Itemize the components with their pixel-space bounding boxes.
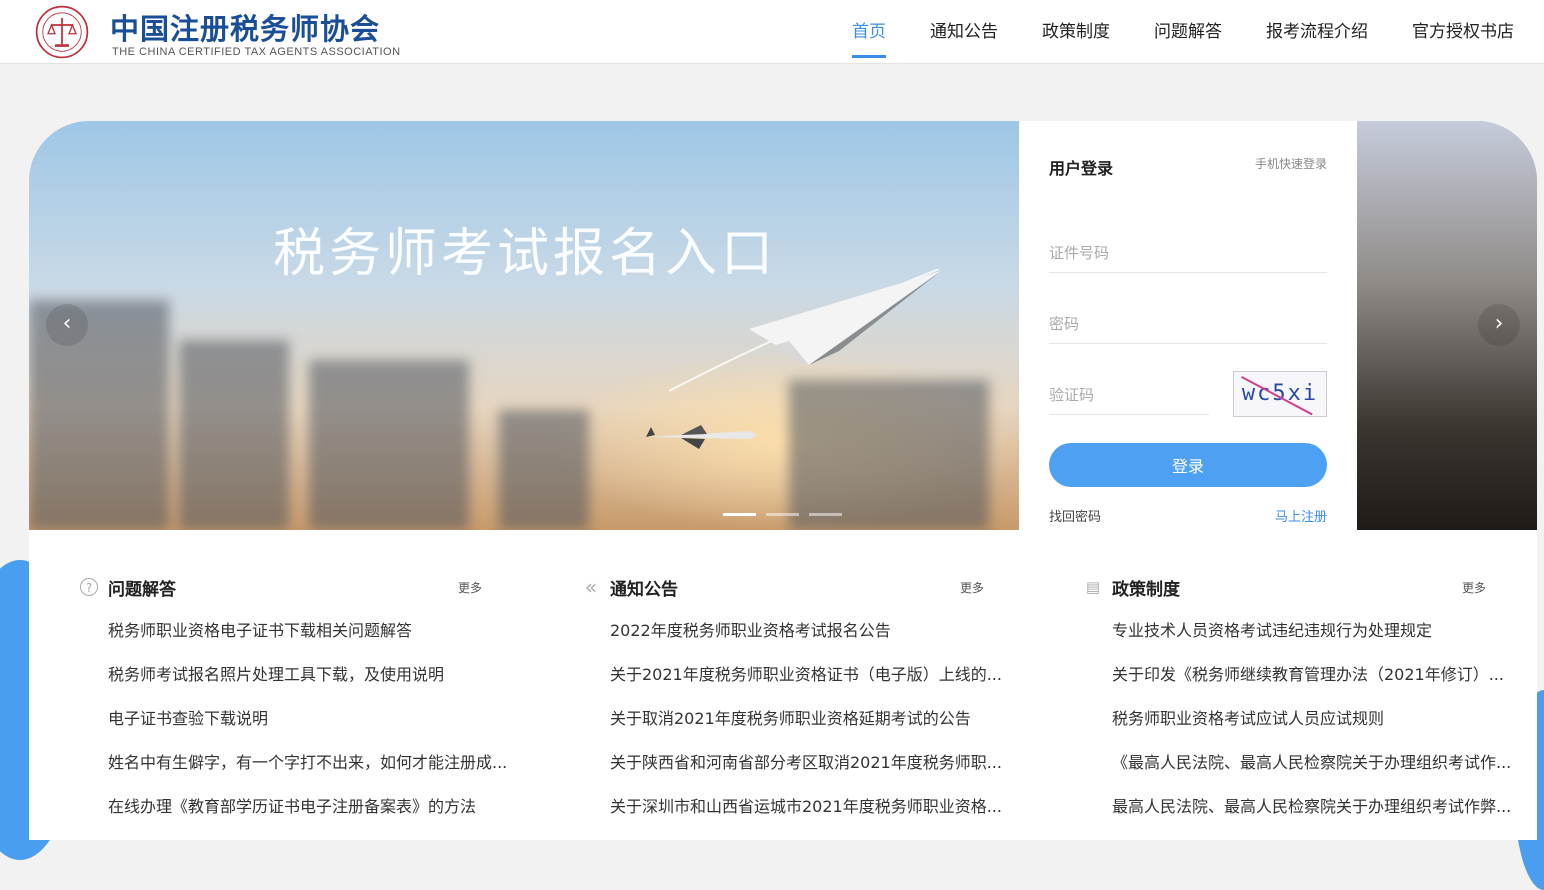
- association-seal-logo[interactable]: [30, 4, 94, 60]
- nav-exam-process[interactable]: 报考流程介绍: [1244, 0, 1390, 64]
- login-button[interactable]: 登录: [1049, 443, 1327, 487]
- banner-dot-2[interactable]: [766, 513, 799, 516]
- nav-notices[interactable]: 通知公告: [908, 0, 1020, 64]
- banner-dot-3[interactable]: [809, 513, 842, 516]
- site-header: 中国注册税务师协会 THE CHINA CERTIFIED TAX AGENTS…: [0, 0, 1544, 64]
- banner-next-button[interactable]: ›: [1478, 304, 1520, 346]
- column-title: 政策制度: [1112, 580, 1180, 600]
- banner-dot-1[interactable]: [723, 513, 756, 516]
- login-panel: 用户登录 手机快速登录 wc5xi 登录 找回密码 马上注册: [1019, 121, 1357, 530]
- faq-column: ? 问题解答 更多 税务师职业资格电子证书下载相关问题解答 税务师考试报名照片处…: [80, 575, 510, 837]
- policies-list: 专业技术人员资格考试违纪违规行为处理规定 关于印发《税务师继续教育管理办法（20…: [1084, 617, 1514, 837]
- faq-list: 税务师职业资格电子证书下载相关问题解答 税务师考试报名照片处理工具下载，及使用说…: [80, 617, 510, 837]
- list-item[interactable]: 税务师考试报名照片处理工具下载，及使用说明: [108, 661, 508, 705]
- list-item[interactable]: 2022年度税务师职业资格考试报名公告: [610, 617, 1010, 661]
- notices-column: « 通知公告 更多 2022年度税务师职业资格考试报名公告 关于2021年度税务…: [582, 575, 1012, 837]
- double-chevron-left-icon: «: [584, 575, 598, 599]
- id-number-input[interactable]: [1049, 233, 1327, 273]
- list-item[interactable]: 姓名中有生僻字，有一个字打不出来，如何才能注册成...: [108, 749, 508, 793]
- forgot-password-link[interactable]: 找回密码: [1049, 506, 1101, 525]
- banner-pagination: [723, 513, 842, 516]
- chevron-left-icon: ‹: [62, 311, 72, 336]
- nav-policies[interactable]: 政策制度: [1020, 0, 1132, 64]
- quick-login-link[interactable]: 手机快速登录: [1255, 155, 1327, 172]
- more-link[interactable]: 更多: [960, 579, 984, 596]
- list-item[interactable]: 关于取消2021年度税务师职业资格延期考试的公告: [610, 705, 1010, 749]
- document-icon: ▤: [1085, 578, 1101, 596]
- nav-bookstore[interactable]: 官方授权书店: [1390, 0, 1536, 64]
- brand-name-en: THE CHINA CERTIFIED TAX AGENTS ASSOCIATI…: [112, 46, 401, 58]
- list-item[interactable]: 最高人民法院、最高人民检察院关于办理组织考试作弊...: [1112, 793, 1512, 837]
- captcha-input[interactable]: [1049, 375, 1209, 415]
- banner-building: [309, 360, 469, 530]
- news-section: ? 问题解答 更多 税务师职业资格电子证书下载相关问题解答 税务师考试报名照片处…: [29, 530, 1537, 840]
- notices-list: 2022年度税务师职业资格考试报名公告 关于2021年度税务师职业资格证书（电子…: [582, 617, 1012, 837]
- list-item[interactable]: 在线办理《教育部学历证书电子注册备案表》的方法: [108, 793, 508, 837]
- column-title: 通知公告: [610, 580, 678, 600]
- list-item[interactable]: 电子证书查验下载说明: [108, 705, 508, 749]
- list-item[interactable]: 关于陕西省和河南省部分考区取消2021年度税务师职...: [610, 749, 1010, 793]
- policies-column: ▤ 政策制度 更多 专业技术人员资格考试违纪违规行为处理规定 关于印发《税务师继…: [1084, 575, 1514, 837]
- column-header: ▤ 政策制度 更多: [1084, 575, 1514, 601]
- register-link[interactable]: 马上注册: [1275, 506, 1327, 525]
- question-circle-icon: ?: [80, 578, 98, 596]
- banner-building: [499, 410, 589, 530]
- list-item[interactable]: 关于2021年度税务师职业资格证书（电子版）上线的...: [610, 661, 1010, 705]
- list-item[interactable]: 税务师职业资格电子证书下载相关问题解答: [108, 617, 508, 661]
- banner-building: [179, 340, 289, 530]
- list-item[interactable]: 关于深圳市和山西省运城市2021年度税务师职业资格...: [610, 793, 1010, 837]
- paper-plane-icon: [669, 269, 941, 392]
- password-input[interactable]: [1049, 304, 1327, 344]
- list-item[interactable]: 关于印发《税务师继续教育管理办法（2021年修订）...: [1112, 661, 1512, 705]
- column-header: ? 问题解答 更多: [80, 575, 510, 601]
- chevron-right-icon: ›: [1494, 311, 1504, 336]
- banner-building: [789, 380, 989, 530]
- airplane-icon: [646, 425, 756, 449]
- captcha-image[interactable]: wc5xi: [1233, 371, 1327, 417]
- list-item[interactable]: 专业技术人员资格考试违纪违规行为处理规定: [1112, 617, 1512, 661]
- main-nav: 首页 通知公告 政策制度 问题解答 报考流程介绍 官方授权书店: [830, 0, 1536, 64]
- nav-home[interactable]: 首页: [830, 0, 908, 64]
- more-link[interactable]: 更多: [458, 579, 482, 596]
- brand-name-cn: 中国注册税务师协会: [110, 12, 381, 46]
- login-title: 用户登录: [1049, 159, 1114, 178]
- list-item[interactable]: 税务师职业资格考试应试人员应试规则: [1112, 705, 1512, 749]
- nav-faq[interactable]: 问题解答: [1132, 0, 1244, 64]
- column-header: « 通知公告 更多: [582, 575, 1012, 601]
- list-item[interactable]: 《最高人民法院、最高人民检察院关于办理组织考试作...: [1112, 749, 1512, 793]
- banner-prev-button[interactable]: ‹: [46, 304, 88, 346]
- column-title: 问题解答: [108, 580, 176, 600]
- more-link[interactable]: 更多: [1462, 579, 1486, 596]
